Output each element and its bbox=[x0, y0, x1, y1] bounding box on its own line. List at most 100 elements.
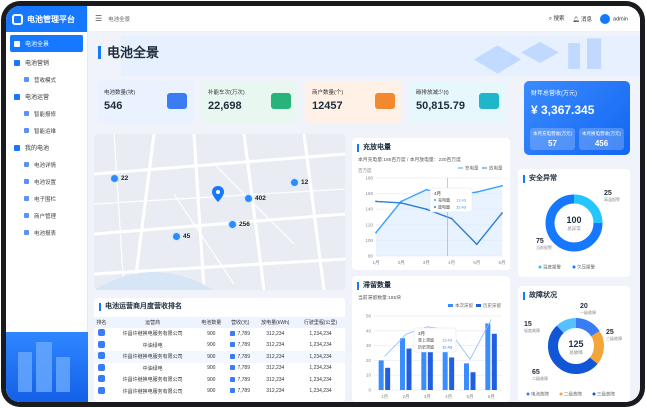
map-pin-1[interactable]: 402 bbox=[244, 194, 266, 203]
data-point bbox=[475, 243, 478, 246]
stat-icon bbox=[167, 93, 187, 109]
bar bbox=[406, 348, 412, 390]
rank-badge-icon bbox=[97, 363, 105, 371]
mileage-km: 1,234,234 bbox=[309, 388, 332, 395]
rank-cell bbox=[94, 351, 109, 363]
legend-swatch bbox=[448, 304, 453, 307]
discharge-kwh: 312,234 bbox=[266, 388, 285, 395]
chart-tooltip: 4月充电量 13.43放电量 12.43 bbox=[429, 187, 473, 213]
menu-item-icon bbox=[14, 59, 20, 66]
revenue-cell: 7,789 bbox=[226, 374, 255, 386]
location-pin-icon[interactable] bbox=[212, 186, 224, 202]
pin-count: 12 bbox=[301, 179, 309, 186]
fault-donut-chart[interactable]: 125总故障20一级故障15轻度故障 25三级故障65二级故障电池故障 二级故障 三级… bbox=[518, 298, 630, 402]
coin-icon bbox=[230, 388, 236, 394]
x-tick-label: 1月 bbox=[381, 394, 388, 400]
monthly-charge-revenue: 本月充电营收(万元) 57 bbox=[530, 128, 575, 150]
table-row[interactable]: 许昌许继换电服务有限公司 900 7,789 312,234 1,234,234 bbox=[94, 351, 345, 363]
sidebar-item-1[interactable]: 电池营销 bbox=[6, 54, 87, 71]
legend-label: 电池故障 bbox=[531, 391, 549, 398]
sidebar-item-4[interactable]: 智能报修 bbox=[6, 105, 87, 122]
a-label: 高温报警 bbox=[604, 196, 620, 202]
legend-swatch bbox=[572, 265, 576, 269]
legend-swatch bbox=[526, 392, 530, 396]
rank-badge-icon bbox=[97, 352, 105, 360]
mileage-km: 1,234,234 bbox=[309, 365, 332, 372]
data-point bbox=[501, 184, 503, 187]
stranded-bar-chart[interactable]: 504030201001月 2月 3月 4月 5月 6月本次滞留 历史滞留3月单上滞留 13.… bbox=[352, 302, 510, 402]
table-title: 电池运营商月度营收排名 bbox=[99, 303, 345, 311]
battery-station-icon bbox=[172, 232, 181, 241]
charge-line-chart[interactable]: 百万度180160140120100801月 2月 3月 4月 5月 6月充电量 放电量4月… bbox=[352, 164, 510, 270]
sidebar-item-label: 我的电池 bbox=[25, 146, 50, 152]
app-logo[interactable]: 电池管理平台 bbox=[6, 6, 87, 32]
map-pin-4[interactable]: 256 bbox=[228, 220, 250, 229]
battery-map[interactable]: 22 402 12 45 256 bbox=[94, 134, 345, 290]
coin-icon bbox=[230, 342, 236, 348]
sidebar-item-8[interactable]: 电池设置 bbox=[6, 173, 87, 190]
sidebar-item-label: 电池详情 bbox=[34, 162, 57, 169]
sidebar-item-10[interactable]: 商户管理 bbox=[6, 207, 87, 224]
data-point bbox=[425, 188, 428, 191]
bar bbox=[400, 338, 405, 390]
table-row[interactable]: 许昌许继换电服务有限公司 900 7,789 312,234 1,234,234 bbox=[94, 374, 345, 386]
sidebar-item-label: 智能报修 bbox=[34, 111, 57, 118]
pin-count: 22 bbox=[121, 175, 129, 182]
operator-name: 许昌许继换电服务有限公司 bbox=[122, 331, 183, 338]
b-value: 75 bbox=[536, 238, 544, 245]
svg-text:13.43: 13.43 bbox=[442, 338, 453, 343]
sidebar-item-9[interactable]: 电子围栏 bbox=[6, 190, 87, 207]
map-pin-3[interactable]: 45 bbox=[172, 232, 190, 241]
x-tick-label: 6月 bbox=[488, 394, 495, 400]
battery-station-icon bbox=[228, 220, 237, 229]
sidebar-item-0[interactable]: 电池全景 bbox=[10, 35, 83, 52]
search-button[interactable]: ⌕ 搜索 bbox=[549, 14, 565, 23]
fault-label: 二级故障 bbox=[532, 375, 548, 381]
x-tick-label: 5月 bbox=[466, 394, 473, 400]
menu-item-icon bbox=[24, 196, 29, 201]
sidebar-item-2[interactable]: 营收模式 bbox=[6, 71, 87, 88]
fault-label: 轻度故障 bbox=[524, 327, 540, 333]
app-title: 电池管理平台 bbox=[27, 14, 75, 24]
user-menu[interactable]: admin bbox=[600, 13, 628, 24]
table-row[interactable]: 许昌许继换电服务有限公司 900 7,789 312,234 1,234,234 bbox=[94, 386, 345, 398]
sidebar-item-label: 电池营销 bbox=[25, 61, 50, 67]
breadcrumb[interactable]: 电池全景 bbox=[108, 15, 130, 23]
sidebar-item-3[interactable]: 电池运营 bbox=[6, 88, 87, 105]
operator-ranking-table: 电池运营商月度营收排名 排名 运营商 电池数量 营收(元) 放电量(kWh) 行驶里程(公… bbox=[94, 298, 345, 402]
rank-badge-icon bbox=[97, 386, 105, 394]
rank-cell bbox=[94, 340, 109, 352]
sidebar-item-6[interactable]: 我的电池 bbox=[6, 139, 87, 156]
battery-station-icon bbox=[244, 194, 253, 203]
stranded-card: 滞留数量 当前滞留数量:185块 50 40 30 20 10 0 1月 2月 3月 4月 5月 6月… bbox=[352, 276, 510, 402]
operator-name: 许昌许继换电服务有限公司 bbox=[122, 388, 183, 395]
b-label: 当前报警 bbox=[536, 244, 552, 250]
messages-button[interactable]: 🔔︎ 消息 bbox=[572, 15, 592, 23]
map-pin-2[interactable]: 12 bbox=[290, 178, 308, 187]
data-point bbox=[450, 217, 453, 220]
sidebar-item-label: 电池报表 bbox=[34, 230, 57, 237]
table-row[interactable]: 许昌许继换电服务有限公司 900 7,789 312,234 1,234,234 bbox=[94, 328, 345, 340]
data-point bbox=[475, 191, 478, 193]
sidebar-item-5[interactable]: 智能运维 bbox=[6, 122, 87, 139]
map-pin-0[interactable]: 22 bbox=[110, 174, 128, 183]
safety-card: 安全异常 100 总异常 25 高温报警 75 当前报警 温度报警 欠压报警 bbox=[518, 169, 630, 277]
svg-text:历史滞留: 历史滞留 bbox=[418, 344, 434, 350]
bar bbox=[449, 357, 455, 390]
sidebar-item-7[interactable]: 电池详情 bbox=[6, 156, 87, 173]
page-title: 电池全景 bbox=[98, 46, 159, 59]
sidebar-item-11[interactable]: 电池报表 bbox=[6, 224, 87, 241]
data-point bbox=[501, 212, 503, 214]
table-row[interactable]: 中油绿电 900 7,789 312,234 1,234,234 bbox=[94, 340, 345, 352]
menu-toggle-icon[interactable]: ☰ bbox=[95, 14, 102, 23]
menu-item-icon bbox=[14, 144, 20, 151]
discharge-kwh: 312,234 bbox=[266, 376, 285, 383]
table-row[interactable]: 中油绿电 900 7,789 312,234 1,234,234 bbox=[94, 363, 345, 375]
legend-label: 欠压报警 bbox=[577, 264, 595, 271]
x-tick-label: 4月 bbox=[445, 394, 452, 400]
safety-donut-chart[interactable]: 100总异常 25高温报警 75当前报警温度报警 欠压报警 bbox=[518, 181, 630, 277]
bar bbox=[485, 323, 491, 390]
mileage-km: 1,234,234 bbox=[309, 330, 332, 337]
rank-cell bbox=[94, 328, 109, 340]
sidebar-item-label: 电子围栏 bbox=[34, 196, 57, 203]
